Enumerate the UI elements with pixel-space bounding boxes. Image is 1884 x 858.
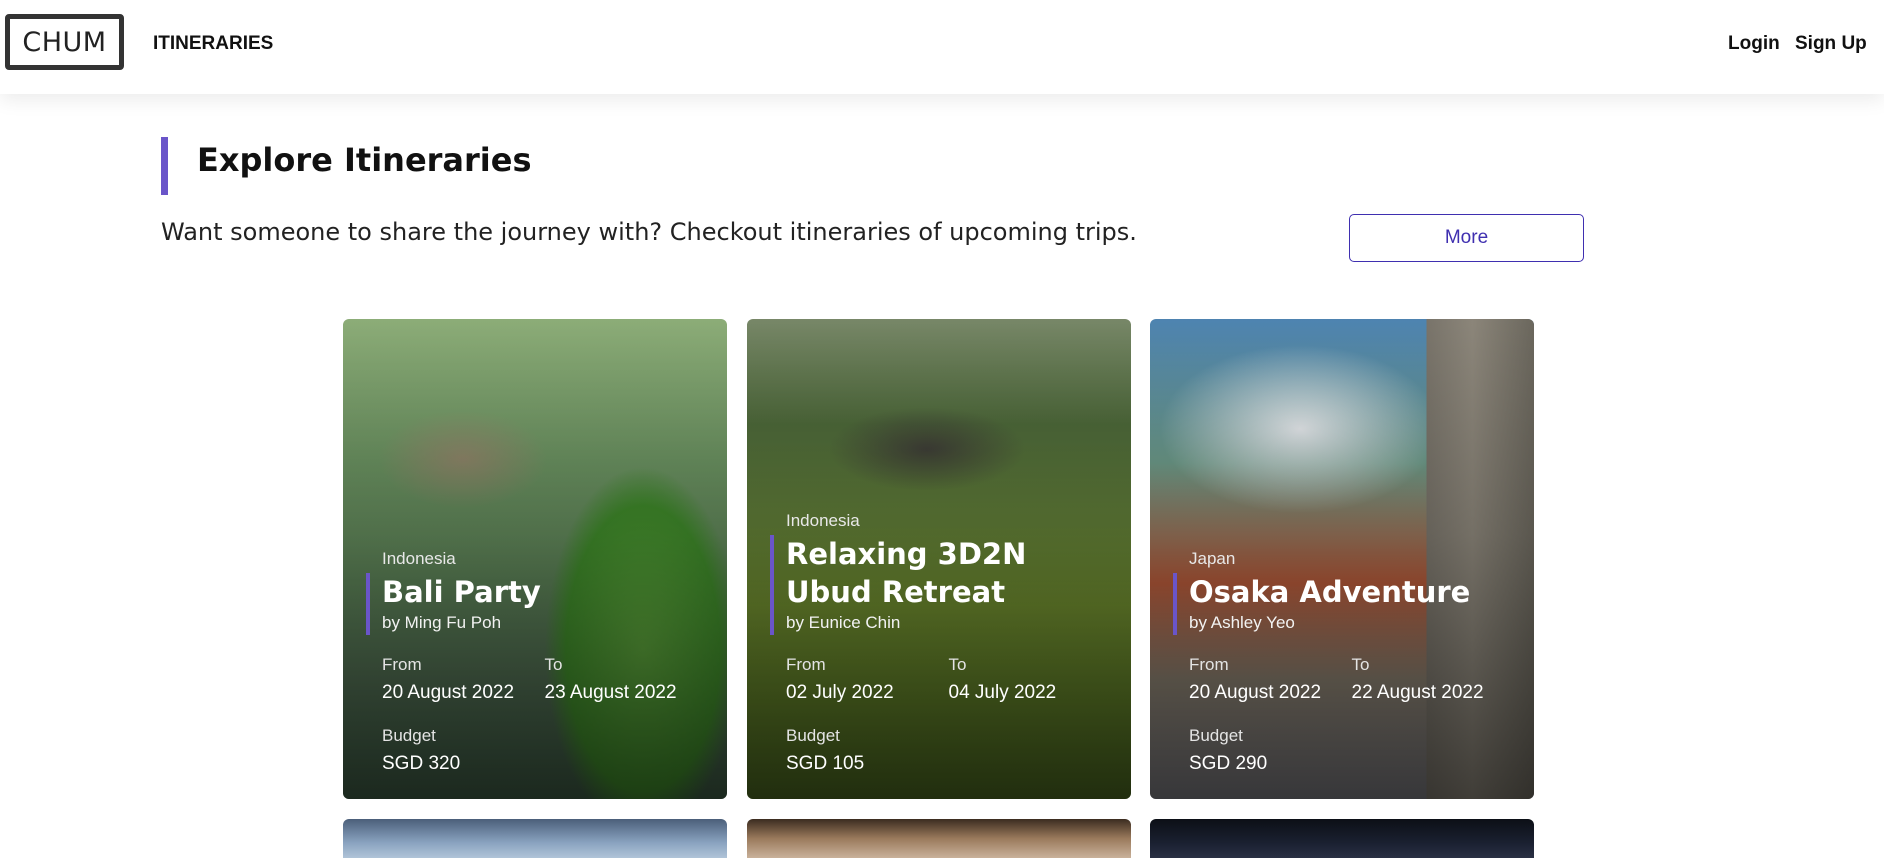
from-label: From bbox=[382, 655, 422, 674]
card-dates: From 02 July 2022 To 04 July 2022 bbox=[786, 655, 1111, 704]
itinerary-card[interactable] bbox=[343, 819, 727, 858]
card-info: Japan Osaka Adventure by Ashley Yeo From… bbox=[1173, 549, 1514, 775]
card-author: by Ming Fu Poh bbox=[382, 613, 502, 632]
more-button[interactable]: More bbox=[1349, 214, 1584, 262]
card-country: Indonesia bbox=[382, 549, 456, 568]
to-label: To bbox=[948, 655, 967, 674]
budget-label: Budget bbox=[1189, 726, 1243, 745]
section-accent-bar bbox=[161, 137, 168, 195]
card-title: Relaxing 3D2N Ubud Retreat bbox=[786, 537, 1027, 609]
section-title: Explore Itineraries bbox=[197, 141, 532, 179]
itinerary-card[interactable] bbox=[747, 819, 1131, 858]
card-country: Japan bbox=[1189, 549, 1236, 568]
card-image bbox=[343, 819, 727, 858]
card-budget: Budget SGD 290 bbox=[1189, 726, 1514, 775]
card-image bbox=[1150, 819, 1534, 858]
card-author: by Eunice Chin bbox=[786, 613, 901, 632]
card-title: Bali Party bbox=[382, 575, 541, 609]
itinerary-card[interactable]: Indonesia Bali Party by Ming Fu Poh From… bbox=[343, 319, 727, 799]
card-info: Indonesia Bali Party by Ming Fu Poh From… bbox=[366, 549, 707, 775]
card-title-wrap: Bali Party by Ming Fu Poh bbox=[366, 573, 707, 635]
card-title: Osaka Adventure bbox=[1189, 575, 1471, 609]
navbar: CHUM ITINERARIES Login Sign Up bbox=[0, 0, 1884, 94]
to-label: To bbox=[1351, 655, 1370, 674]
card-accent-bar bbox=[770, 535, 774, 635]
itinerary-card[interactable]: Indonesia Relaxing 3D2N Ubud Retreat by … bbox=[747, 319, 1131, 799]
nav-link-itineraries[interactable]: ITINERARIES bbox=[153, 33, 273, 55]
card-title-wrap: Osaka Adventure by Ashley Yeo bbox=[1173, 573, 1514, 635]
card-info: Indonesia Relaxing 3D2N Ubud Retreat by … bbox=[770, 511, 1111, 775]
to-date: 04 July 2022 bbox=[948, 682, 1057, 703]
from-date: 02 July 2022 bbox=[786, 682, 894, 703]
login-link[interactable]: Login bbox=[1728, 33, 1780, 55]
to-date: 22 August 2022 bbox=[1351, 682, 1484, 703]
budget-value: SGD 105 bbox=[786, 753, 865, 774]
card-budget: Budget SGD 320 bbox=[382, 726, 707, 775]
card-accent-bar bbox=[1173, 573, 1177, 635]
signup-link[interactable]: Sign Up bbox=[1795, 33, 1867, 55]
from-label: From bbox=[1189, 655, 1229, 674]
card-image bbox=[747, 819, 1131, 858]
budget-label: Budget bbox=[786, 726, 840, 745]
from-date: 20 August 2022 bbox=[1189, 682, 1322, 703]
from-label: From bbox=[786, 655, 826, 674]
section-subtitle: Want someone to share the journey with? … bbox=[161, 218, 1137, 246]
budget-value: SGD 320 bbox=[382, 753, 461, 774]
card-title-wrap: Relaxing 3D2N Ubud Retreat by Eunice Chi… bbox=[770, 535, 1111, 635]
logo[interactable]: CHUM bbox=[5, 14, 124, 70]
budget-value: SGD 290 bbox=[1189, 753, 1268, 774]
to-label: To bbox=[544, 655, 563, 674]
card-dates: From 20 August 2022 To 22 August 2022 bbox=[1189, 655, 1514, 704]
card-author: by Ashley Yeo bbox=[1189, 613, 1295, 632]
itinerary-card[interactable] bbox=[1150, 819, 1534, 858]
from-date: 20 August 2022 bbox=[382, 682, 515, 703]
card-accent-bar bbox=[366, 573, 370, 635]
itinerary-card[interactable]: Japan Osaka Adventure by Ashley Yeo From… bbox=[1150, 319, 1534, 799]
card-country: Indonesia bbox=[786, 511, 860, 530]
budget-label: Budget bbox=[382, 726, 436, 745]
card-dates: From 20 August 2022 To 23 August 2022 bbox=[382, 655, 707, 704]
card-budget: Budget SGD 105 bbox=[786, 726, 1111, 775]
to-date: 23 August 2022 bbox=[544, 682, 677, 703]
